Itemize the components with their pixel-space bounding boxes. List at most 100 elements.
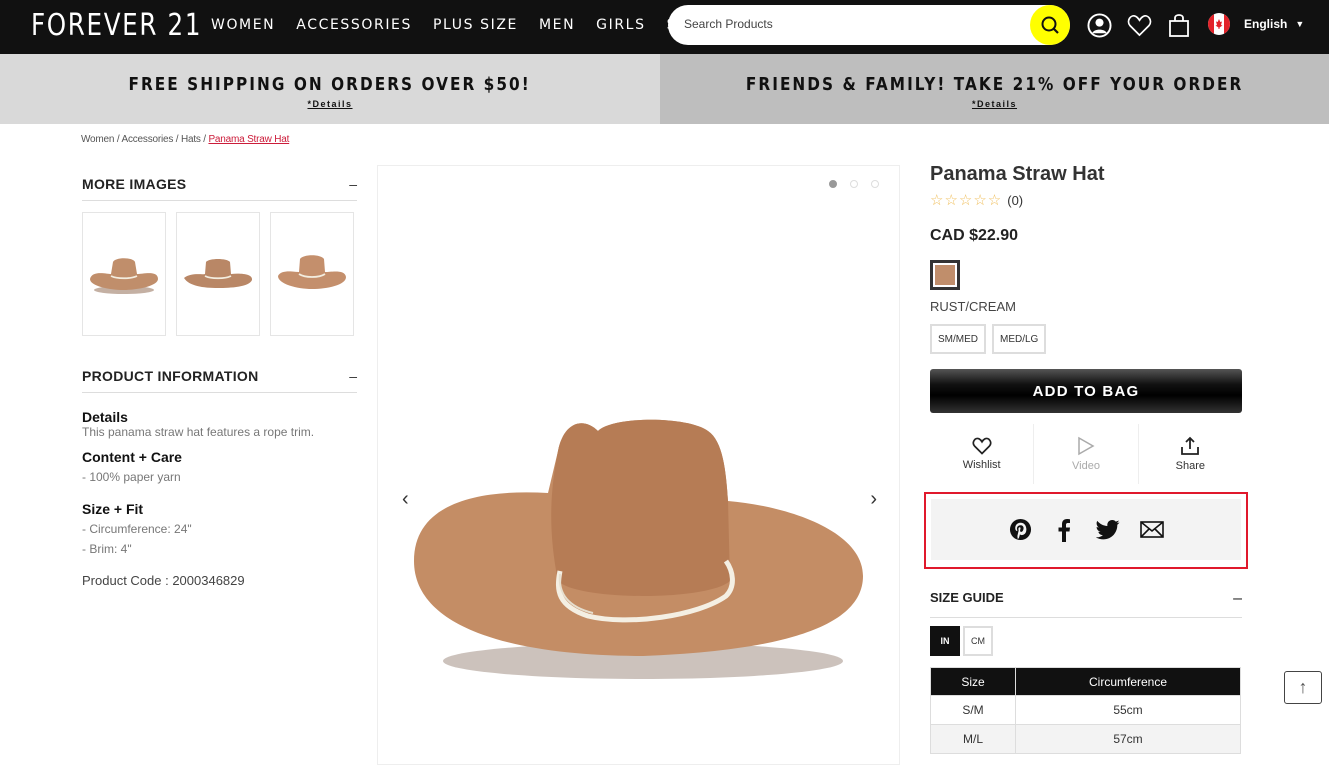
- promo-banner-shipping: FREE SHIPPING ON ORDERS OVER $50! *Detai…: [0, 54, 660, 124]
- canada-flag-icon: [1208, 13, 1230, 35]
- star-rating-icon: ☆☆☆☆☆: [930, 192, 1003, 209]
- nav-accessories[interactable]: ACCESSORIES: [296, 17, 412, 33]
- breadcrumb: Women / Accessories / Hats / Panama Stra…: [81, 134, 289, 145]
- email-icon: [1140, 521, 1164, 538]
- circumference-cell: 57cm: [1015, 724, 1241, 754]
- gallery-dot-3[interactable]: [871, 180, 879, 188]
- product-code: Product Code : 2000346829: [82, 573, 245, 588]
- table-header-row: Size Circumference: [930, 667, 1241, 696]
- size-option-med-lg[interactable]: MED/LG: [992, 324, 1047, 354]
- column-header-circumference: Circumference: [1015, 667, 1241, 696]
- arrow-up-icon: ↑: [1298, 677, 1308, 697]
- promo-banner-friends-family: FRIENDS & FAMILY! TAKE 21% OFF YOUR ORDE…: [660, 54, 1329, 124]
- share-pinterest-button[interactable]: [1008, 518, 1032, 542]
- product-information-title: PRODUCT INFORMATION: [82, 368, 259, 384]
- product-image-gallery: ‹ ›: [377, 165, 900, 765]
- gallery-dot-2[interactable]: [850, 180, 858, 188]
- breadcrumb-hats[interactable]: Hats: [181, 134, 201, 145]
- size-option-sm-med[interactable]: SM/MED: [930, 324, 986, 354]
- swatch-fill: [935, 265, 955, 285]
- share-icon: [1181, 436, 1200, 455]
- breadcrumb-women[interactable]: Women: [81, 134, 114, 145]
- forever21-logo[interactable]: FOREVER 21: [31, 8, 202, 43]
- thumbnail-image-2[interactable]: [176, 212, 260, 336]
- unit-cm-button[interactable]: CM: [963, 626, 993, 656]
- promo-details-link[interactable]: *Details: [972, 99, 1017, 109]
- product-information-header[interactable]: PRODUCT INFORMATION –: [82, 368, 357, 393]
- color-name: RUST/CREAM: [930, 299, 1016, 314]
- size-cell: M/L: [930, 724, 1016, 754]
- bag-icon: [1169, 14, 1189, 37]
- heart-icon: [972, 437, 992, 455]
- account-icon: [1086, 12, 1112, 38]
- search-input[interactable]: [684, 17, 1004, 31]
- unit-toggle: IN CM: [930, 626, 993, 656]
- details-heading: Details: [82, 409, 128, 425]
- wishlist-header-button[interactable]: [1126, 11, 1152, 39]
- size-fit-heading: Size + Fit: [82, 501, 144, 517]
- product-rating[interactable]: ☆☆☆☆☆ (0): [930, 191, 1023, 209]
- review-count[interactable]: (0): [1007, 193, 1023, 208]
- unit-in-button[interactable]: IN: [930, 626, 960, 656]
- thumbnail-list: [82, 212, 354, 336]
- content-item: - 100% paper yarn: [82, 470, 181, 484]
- video-button[interactable]: Video: [1034, 424, 1139, 484]
- more-images-header[interactable]: MORE IMAGES –: [82, 176, 357, 201]
- promo-title: FRIENDS & FAMILY! TAKE 21% OFF YOUR ORDE…: [745, 73, 1244, 95]
- pinterest-icon: [1009, 518, 1031, 541]
- product-title: Panama Straw Hat: [930, 163, 1105, 185]
- promo-details-link[interactable]: *Details: [307, 99, 352, 109]
- nav-plus-size[interactable]: PLUS SIZE: [433, 17, 518, 33]
- language-selector[interactable]: English ▼: [1208, 13, 1304, 35]
- product-actions: Wishlist Video Share: [930, 424, 1242, 484]
- thumbnail-image-1[interactable]: [82, 212, 166, 336]
- wishlist-button[interactable]: Wishlist: [930, 424, 1035, 484]
- breadcrumb-separator: /: [173, 134, 181, 145]
- product-price: CAD $22.90: [930, 227, 1019, 244]
- column-header-size: Size: [930, 667, 1016, 696]
- collapse-icon[interactable]: –: [1233, 590, 1242, 608]
- share-twitter-button[interactable]: [1096, 518, 1120, 542]
- shopping-bag-button[interactable]: [1166, 11, 1192, 39]
- size-guide-table: Size Circumference S/M 55cm M/L 57cm: [930, 667, 1241, 754]
- share-button[interactable]: Share: [1139, 424, 1242, 484]
- collapse-icon[interactable]: –: [349, 368, 357, 384]
- play-icon: [1078, 436, 1095, 456]
- thumbnail-image-3[interactable]: [270, 212, 354, 336]
- share-icons-row: [931, 499, 1241, 560]
- product-information-panel: Details This panama straw hat features a…: [82, 409, 362, 588]
- gallery-pagination: [829, 180, 879, 188]
- table-row: S/M 55cm: [930, 695, 1241, 725]
- hat-thumbnail-back: [278, 255, 346, 289]
- add-to-bag-button[interactable]: ADD TO BAG: [930, 369, 1242, 413]
- hat-thumbnail-side: [184, 259, 253, 288]
- video-label: Video: [1072, 460, 1100, 472]
- search-bar: [668, 5, 1070, 45]
- nav-girls[interactable]: GIRLS: [596, 17, 645, 33]
- search-button[interactable]: [1030, 5, 1070, 45]
- account-button[interactable]: [1086, 11, 1112, 39]
- fit-item: - Brim: 4": [82, 542, 132, 556]
- facebook-icon: [1058, 518, 1070, 542]
- gallery-next-arrow[interactable]: ›: [870, 488, 877, 511]
- promo-title: FREE SHIPPING ON ORDERS OVER $50!: [128, 73, 532, 95]
- size-cell: S/M: [930, 695, 1016, 725]
- fit-item: - Circumference: 24": [82, 522, 192, 536]
- caret-down-icon: ▼: [1295, 19, 1305, 29]
- top-navigation-bar: FOREVER 21 WOMEN ACCESSORIES PLUS SIZE M…: [0, 0, 1329, 54]
- back-to-top-button[interactable]: ↑: [1284, 671, 1322, 704]
- collapse-icon[interactable]: –: [349, 176, 357, 192]
- color-swatch[interactable]: [930, 260, 960, 290]
- more-images-title: MORE IMAGES: [82, 176, 187, 192]
- gallery-dot-1[interactable]: [829, 180, 837, 188]
- nav-women[interactable]: WOMEN: [211, 17, 275, 33]
- search-icon: [1041, 16, 1059, 34]
- share-email-button[interactable]: [1140, 518, 1164, 542]
- table-row: M/L 57cm: [930, 724, 1241, 754]
- main-product-image: [414, 419, 863, 679]
- nav-men[interactable]: MEN: [539, 17, 575, 33]
- breadcrumb-current[interactable]: Panama Straw Hat: [208, 134, 289, 145]
- share-facebook-button[interactable]: [1052, 518, 1076, 542]
- breadcrumb-accessories[interactable]: Accessories: [121, 134, 173, 145]
- size-guide-header[interactable]: SIZE GUIDE –: [930, 590, 1242, 618]
